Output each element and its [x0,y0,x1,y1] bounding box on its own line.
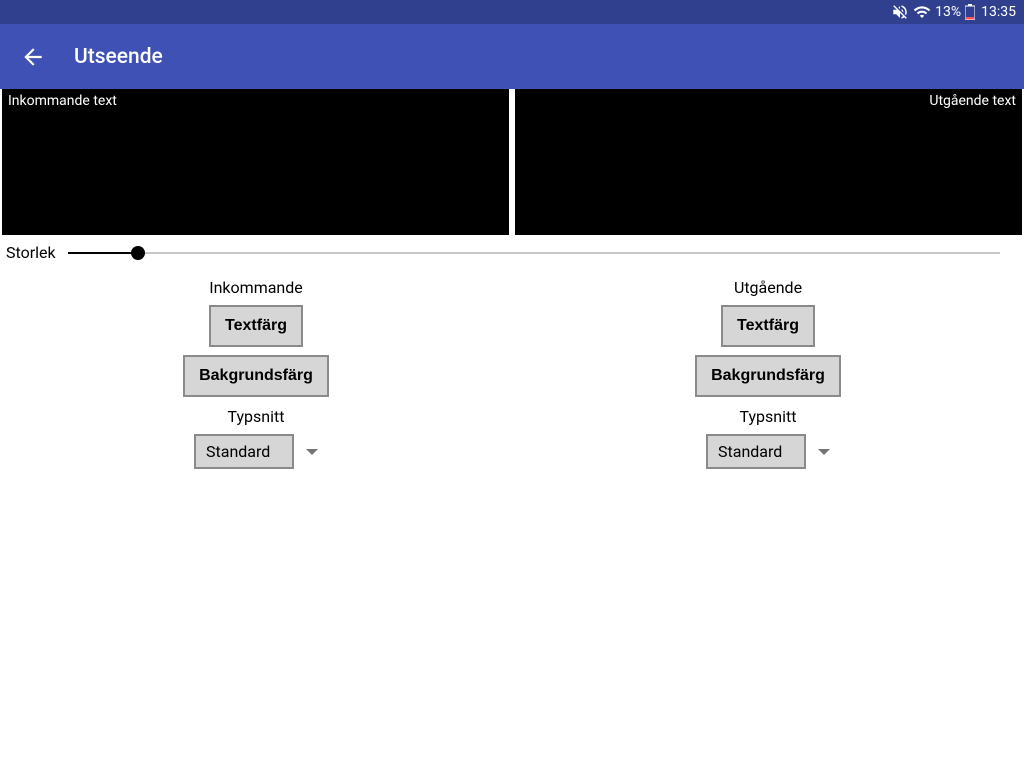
back-button[interactable] [20,44,46,70]
incoming-font-dropdown[interactable]: Standard [194,434,294,469]
battery-icon [965,4,975,20]
wifi-icon [913,3,931,21]
incoming-preview-label: Inkommande text [8,93,117,109]
battery-percent: 13% [935,4,961,20]
size-slider-thumb[interactable] [131,246,145,260]
settings-columns: Inkommande Textfärg Bakgrundsfärg Typsni… [0,278,1024,469]
incoming-column: Inkommande Textfärg Bakgrundsfärg Typsni… [0,278,512,469]
chevron-down-icon[interactable] [306,449,318,455]
outgoing-bg-color-button[interactable]: Bakgrundsfärg [695,355,841,397]
outgoing-text-color-button[interactable]: Textfärg [721,305,815,347]
incoming-heading: Inkommande [209,278,303,297]
mute-icon [891,3,909,21]
app-bar: Utseende [0,24,1024,89]
status-bar: 13% 13:35 [0,0,1024,24]
incoming-preview: Inkommande text [2,89,509,235]
chevron-down-icon[interactable] [818,449,830,455]
incoming-font-dropdown-wrap: Standard [194,434,318,469]
incoming-font-label: Typsnitt [228,407,285,426]
outgoing-heading: Utgående [734,278,802,297]
incoming-text-color-button[interactable]: Textfärg [209,305,303,347]
outgoing-font-dropdown[interactable]: Standard [706,434,806,469]
page-title: Utseende [74,45,163,69]
preview-row: Inkommande text Utgående text [0,89,1024,235]
status-clock: 13:35 [981,4,1016,20]
size-slider[interactable] [68,252,1000,254]
incoming-bg-color-button[interactable]: Bakgrundsfärg [183,355,329,397]
size-slider-fill [68,252,138,254]
outgoing-column: Utgående Textfärg Bakgrundsfärg Typsnitt… [512,278,1024,469]
outgoing-font-dropdown-wrap: Standard [706,434,830,469]
outgoing-font-label: Typsnitt [740,407,797,426]
size-slider-row: Storlek [0,235,1024,268]
outgoing-preview: Utgående text [515,89,1022,235]
outgoing-preview-label: Utgående text [929,93,1016,109]
size-slider-label: Storlek [6,243,56,262]
